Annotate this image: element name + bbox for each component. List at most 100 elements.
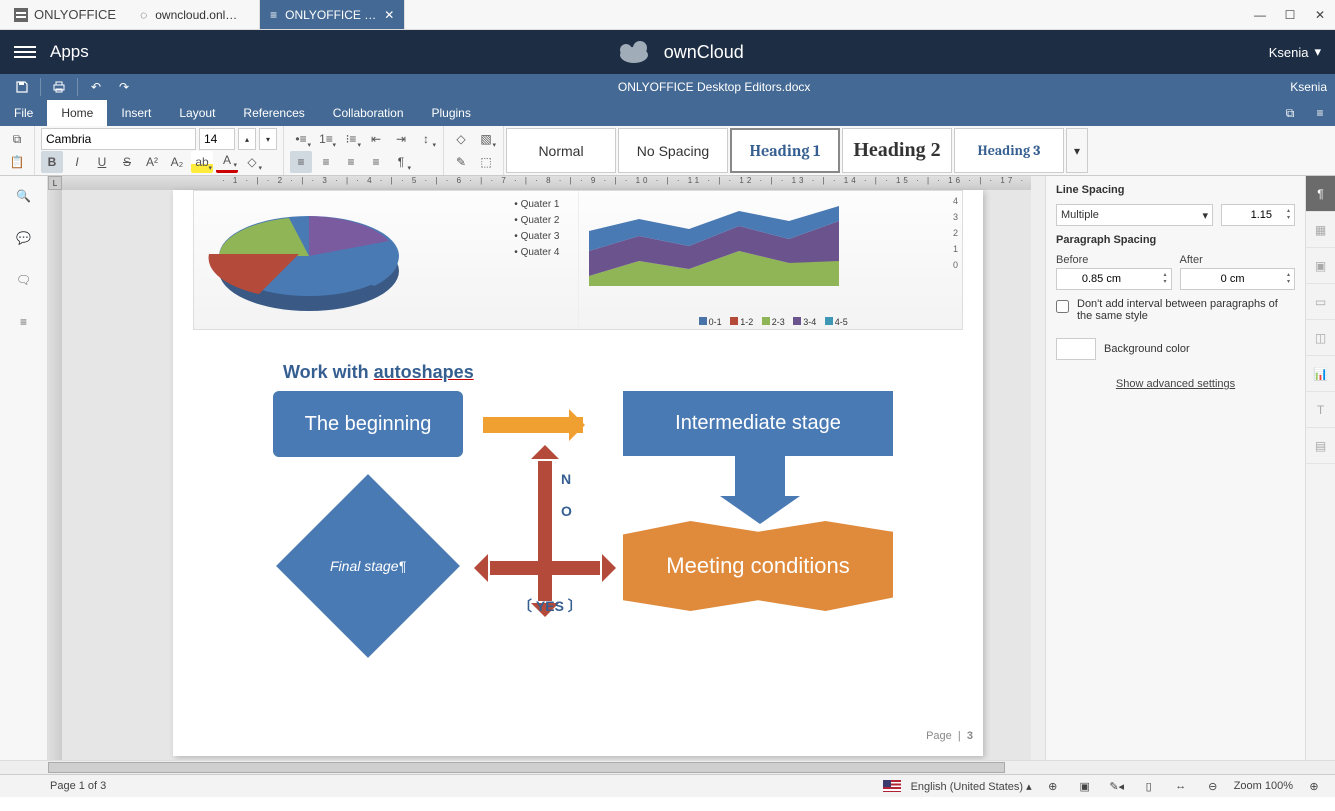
subscript-button[interactable]: A₂ — [166, 151, 188, 173]
fit-page-icon[interactable]: ▯ — [1138, 777, 1160, 795]
align-left-button[interactable]: ≡ — [290, 151, 312, 173]
copy-style-button[interactable]: ✎ — [450, 151, 472, 173]
menu-home[interactable]: Home — [47, 100, 107, 126]
style-no-spacing[interactable]: No Spacing — [618, 128, 728, 173]
chart-tab-icon[interactable]: 📊 — [1306, 356, 1335, 392]
numbering-button[interactable]: 1≡▾ — [315, 128, 337, 150]
zoom-out-button[interactable]: ⊖ — [1202, 777, 1224, 795]
arrow-cross-horizontal[interactable] — [490, 561, 600, 575]
copy-icon[interactable]: ⧉ — [6, 128, 28, 150]
ruler-corner[interactable]: L — [48, 176, 62, 190]
spin-down[interactable]: ▾ — [1287, 279, 1290, 286]
bold-button[interactable]: B — [41, 151, 63, 173]
arrow-cross-vertical[interactable] — [538, 461, 552, 601]
document-area[interactable]: L · 1 · | · 2 · | · 3 · | · 4 · | · 5 · … — [48, 176, 1045, 760]
spin-up[interactable]: ▴ — [1163, 272, 1166, 279]
italic-button[interactable]: I — [66, 151, 88, 173]
menu-references[interactable]: References — [229, 100, 318, 126]
strikethrough-button[interactable]: S — [116, 151, 138, 173]
undo-icon[interactable]: ↶ — [82, 74, 110, 100]
titlebar-tab-document[interactable]: ≡ ONLYOFFICE … ✕ — [260, 0, 405, 29]
apps-label[interactable]: Apps — [50, 42, 89, 62]
header-tab-icon[interactable]: ▭ — [1306, 284, 1335, 320]
user-menu[interactable]: Ksenia ▾ — [1269, 44, 1321, 60]
shading-button[interactable]: ▧▾ — [475, 128, 497, 150]
close-button[interactable]: ✕ — [1305, 0, 1335, 29]
align-justify-button[interactable]: ≡ — [365, 151, 387, 173]
menu-insert[interactable]: Insert — [107, 100, 165, 126]
vertical-ruler[interactable] — [48, 190, 62, 760]
font-color-button[interactable]: A▾ — [216, 151, 238, 173]
menu-plugins[interactable]: Plugins — [418, 100, 485, 126]
clear-style-button[interactable]: ◇ — [450, 128, 472, 150]
language-selector[interactable]: English (United States) ▴ — [911, 780, 1032, 793]
page-info[interactable]: Page 1 of 3 — [50, 780, 106, 792]
arrow-down-blue[interactable] — [735, 456, 785, 496]
zoom-label[interactable]: Zoom 100% — [1234, 780, 1293, 792]
arrow-orange[interactable] — [483, 417, 583, 433]
shape-beginning[interactable]: The beginning — [273, 391, 463, 457]
hamburger-icon[interactable] — [14, 46, 36, 58]
highlight-button[interactable]: ab▾ — [191, 151, 213, 173]
comments-icon[interactable]: 💬 — [9, 226, 39, 250]
open-location-icon[interactable]: ⧉ — [1275, 100, 1305, 126]
input-field[interactable] — [1061, 273, 1121, 285]
select-all-button[interactable]: ⬚ — [475, 151, 497, 173]
fit-width-icon[interactable]: ↔ — [1170, 777, 1192, 795]
menu-file[interactable]: File — [0, 100, 47, 126]
table-tab-icon[interactable]: ▦ — [1306, 212, 1335, 248]
bg-color-swatch[interactable] — [1056, 338, 1096, 360]
spin-down[interactable]: ▾ — [1163, 279, 1166, 286]
font-size-input[interactable] — [199, 128, 235, 150]
chat-icon[interactable]: 🗨 — [9, 268, 39, 292]
textart-tab-icon[interactable]: T — [1306, 392, 1335, 428]
print-icon[interactable] — [45, 74, 73, 100]
track-changes-toggle[interactable]: ✎◂ — [1106, 777, 1128, 795]
underline-button[interactable]: U — [91, 151, 113, 173]
vertical-scrollbar[interactable] — [1031, 176, 1045, 760]
input-field[interactable] — [1185, 273, 1245, 285]
style-heading-1[interactable]: Heading 1 — [730, 128, 840, 173]
titlebar-tab-owncloud[interactable]: ◌ owncloud.onl… — [130, 0, 260, 29]
horizontal-scrollbar[interactable] — [48, 761, 1045, 774]
dec-indent-button[interactable]: ⇤ — [365, 128, 387, 150]
dont-add-checkbox[interactable] — [1056, 300, 1069, 313]
shape-tab-icon[interactable]: ◫ — [1306, 320, 1335, 356]
line-spacing-value-input[interactable]: ▴▾ — [1221, 204, 1295, 226]
dont-add-interval-row[interactable]: Don't add interval between paragraphs of… — [1056, 298, 1295, 322]
minimize-button[interactable]: — — [1245, 0, 1275, 29]
align-right-button[interactable]: ≡ — [340, 151, 362, 173]
menu-collaboration[interactable]: Collaboration — [319, 100, 418, 126]
shape-final[interactable]: Final stage¶ — [276, 474, 460, 658]
track-changes-icon[interactable]: ▣ — [1074, 777, 1096, 795]
close-tab-icon[interactable]: ✕ — [384, 8, 394, 22]
menu-layout[interactable]: Layout — [165, 100, 229, 126]
scrollbar-thumb[interactable] — [48, 762, 1005, 773]
style-normal[interactable]: Normal — [506, 128, 616, 173]
paragraph-tab-icon[interactable]: ¶ — [1306, 176, 1335, 212]
search-icon[interactable]: 🔍 — [9, 184, 39, 208]
advanced-settings-link[interactable]: Show advanced settings — [1056, 378, 1295, 390]
font-size-down[interactable]: ▾ — [259, 128, 277, 150]
line-spacing-mode-select[interactable]: Multiple ▾ — [1056, 204, 1213, 226]
before-input[interactable]: ▴▾ — [1056, 268, 1172, 290]
spellcheck-icon[interactable]: ⊕ — [1042, 777, 1064, 795]
image-tab-icon[interactable]: ▣ — [1306, 248, 1335, 284]
shape-meeting[interactable]: Meeting conditions — [623, 521, 893, 611]
inc-indent-button[interactable]: ⇥ — [390, 128, 412, 150]
paste-icon[interactable]: 📋 — [6, 151, 28, 173]
horizontal-ruler[interactable]: · 1 · | · 2 · | · 3 · | · 4 · | · 5 · | … — [62, 176, 1031, 190]
maximize-button[interactable]: ☐ — [1275, 0, 1305, 29]
spin-down[interactable]: ▾ — [1287, 215, 1290, 222]
align-center-button[interactable]: ≡ — [315, 151, 337, 173]
style-heading-3[interactable]: Heading 3 — [954, 128, 1064, 173]
spin-up[interactable]: ▴ — [1287, 208, 1290, 215]
view-settings-icon[interactable]: ≡ — [1305, 100, 1335, 126]
line-spacing-button[interactable]: ↕▾ — [415, 128, 437, 150]
bullets-button[interactable]: •≡▾ — [290, 128, 312, 150]
style-heading-2[interactable]: Heading 2 — [842, 128, 952, 173]
navigation-icon[interactable]: ≡ — [9, 310, 39, 334]
font-name-input[interactable] — [41, 128, 196, 150]
mailmerge-tab-icon[interactable]: ▤ — [1306, 428, 1335, 464]
document-page[interactable]: • Quater 1 • Quater 2 • Quater 3 • Quate… — [173, 190, 983, 756]
